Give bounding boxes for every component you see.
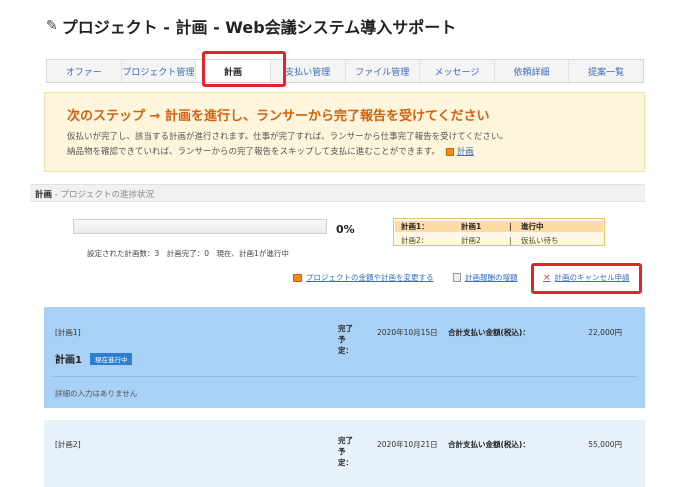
due-label: 完了予定： — [338, 436, 353, 467]
plan-detail: 詳細の入力はありません — [55, 389, 138, 398]
tab-request-details[interactable]: 依頼詳細 — [495, 60, 570, 82]
section-subtitle: - プロジェクトの進捗状況 — [52, 190, 154, 200]
change-amount-label: プロジェクトの金額や計画を変更する — [306, 273, 434, 282]
status-cell: 計画1 — [461, 222, 482, 231]
status-row-2: 計画2： 計画2 | 仮払い待ち — [401, 235, 559, 246]
status-badge: 現在進行中 — [89, 352, 133, 365]
notice-headline: 次のステップ → 計画を進行し、ランサーから完了報告を受けてください — [67, 109, 490, 124]
status-separator: | — [509, 236, 512, 245]
tab-bar: オファー プロジェクト管理 計画 支払い管理 ファイル管理 メッセージ 依頼詳細… — [46, 59, 644, 83]
plan-card-active: [計画1] 完了予定： 2020年10月15日 合計支払い金額(税込)： 22,… — [44, 307, 645, 408]
add-reward-link[interactable]: 計画報酬の増額 — [453, 272, 518, 283]
tab-project-management[interactable]: プロジェクト管理 — [122, 60, 197, 82]
pencil-icon: ✎ — [46, 18, 58, 34]
status-cell: 計画1： — [401, 222, 429, 231]
tab-file-management[interactable]: ファイル管理 — [346, 60, 421, 82]
plan-label: [計画1] — [55, 328, 81, 337]
plan-count-summary: 設定された計画数：3 計画完了：0 現在、計画1が進行中 — [87, 249, 289, 258]
change-amount-link[interactable]: プロジェクトの金額や計画を変更する — [293, 272, 434, 283]
progress-bar — [73, 219, 327, 234]
add-reward-label: 計画報酬の増額 — [465, 273, 518, 282]
plan-name: 計画1 現在進行中 — [55, 351, 133, 366]
tab-messages[interactable]: メッセージ — [420, 60, 495, 82]
status-cell: 仮払い待ち — [521, 236, 559, 245]
section-title: 計画 - プロジェクトの進捗状況 — [35, 188, 154, 200]
payment-label: 合計支払い金額(税込)： — [448, 328, 530, 337]
section-title-text: 計画 — [35, 190, 53, 200]
due-label: 完了予定： — [338, 324, 353, 355]
status-cell: 計画2： — [401, 236, 429, 245]
status-cell: 計画2 — [461, 236, 481, 245]
page-title-text: プロジェクト - 計画 - Web会議システム導入サポート — [61, 18, 457, 37]
progress-percent: 0% — [336, 223, 355, 236]
tab-proposal-list[interactable]: 提案一覧 — [569, 60, 643, 82]
next-step-notice: 次のステップ → 計画を進行し、ランサーから完了報告を受けてください 仮払いが完… — [44, 92, 645, 172]
notice-body: 仮払いが完了し、該当する計画が進行されます。仕事が完了すれば、ランサーから仕事完… — [67, 130, 508, 160]
section-header: 計画 - プロジェクトの進捗状況 — [30, 184, 645, 202]
tab-offer[interactable]: オファー — [47, 60, 122, 82]
tab-highlight-frame — [202, 51, 286, 87]
plan-status-table: 計画1： 計画1 | 進行中 計画2： 計画2 | 仮払い待ち — [393, 218, 605, 246]
status-separator: | — [509, 222, 512, 231]
payment-amount: 55,000円 — [588, 440, 622, 449]
plan-name-text: 計画1 — [55, 355, 82, 366]
notice-plan-link[interactable]: 計画 — [457, 147, 474, 157]
plan-label: [計画2] — [55, 440, 81, 449]
page-title: ✎ プロジェクト - 計画 - Web会議システム導入サポート — [46, 14, 456, 38]
edit-icon — [293, 273, 302, 282]
document-icon — [453, 273, 461, 282]
plan-card: [計画2] 完了予定： 2020年10月21日 合計支払い金額(税込)： 55,… — [44, 420, 645, 487]
notice-line-2: 納品物を確認できていれば、ランサーからの完了報告をスキップして支払に進むことがで… — [67, 145, 508, 160]
cancel-highlight-frame — [531, 263, 642, 294]
notice-line-1: 仮払いが完了し、該当する計画が進行されます。仕事が完了すれば、ランサーから仕事完… — [67, 132, 508, 142]
due-date: 2020年10月21日 — [377, 440, 438, 449]
divider — [52, 376, 637, 377]
status-row-1: 計画1： 計画1 | 進行中 — [395, 221, 603, 232]
due-date: 2020年10月15日 — [377, 328, 438, 337]
notice-line-2-text: 納品物を確認できていれば、ランサーからの完了報告をスキップして支払に進むことがで… — [67, 147, 440, 157]
payment-label: 合計支払い金額(税込)： — [448, 440, 530, 449]
status-cell: 進行中 — [521, 222, 544, 231]
plan-link-icon — [445, 147, 454, 156]
payment-amount: 22,000円 — [588, 328, 622, 337]
